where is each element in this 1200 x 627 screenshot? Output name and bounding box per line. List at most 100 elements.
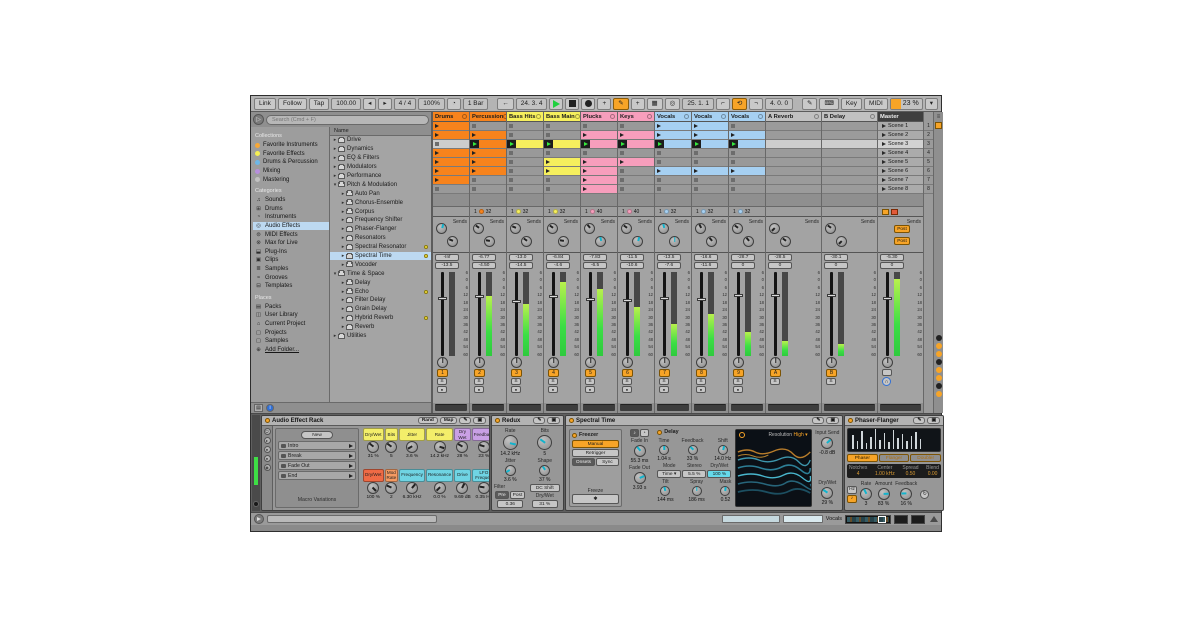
variation-launch-icon[interactable] bbox=[349, 443, 353, 448]
track-activator-button[interactable]: 2 bbox=[474, 369, 485, 377]
scene-launch-slot[interactable]: Scene 2 bbox=[878, 131, 923, 140]
clip-slot[interactable] bbox=[581, 167, 617, 176]
pan-knob[interactable] bbox=[733, 357, 744, 368]
clip-slot[interactable] bbox=[655, 149, 691, 158]
rack-view-toggle-3[interactable]: ● bbox=[263, 455, 271, 462]
browser-collapse-arrow[interactable]: ▷ bbox=[253, 114, 264, 125]
device-icon-button[interactable]: ✎ bbox=[533, 417, 546, 424]
clip-slot[interactable] bbox=[470, 167, 506, 176]
clip-slot[interactable] bbox=[470, 176, 506, 185]
macro-variation-row[interactable]: Fade Out bbox=[278, 461, 356, 470]
clip-slot[interactable] bbox=[618, 176, 654, 185]
tree-item-vocoder[interactable]: ▸ Vocoder bbox=[330, 260, 431, 269]
param-knob[interactable] bbox=[502, 435, 518, 450]
clip-slot[interactable] bbox=[655, 167, 691, 176]
clip-slot[interactable] bbox=[470, 158, 506, 167]
master-track-header[interactable]: Master bbox=[878, 112, 923, 122]
solo-button[interactable]: S bbox=[826, 378, 836, 385]
variation-overwrite-icon[interactable] bbox=[281, 463, 286, 468]
clip-slot[interactable] bbox=[581, 176, 617, 185]
link-button[interactable]: Link bbox=[254, 97, 276, 110]
track-unfold-icon[interactable] bbox=[647, 114, 652, 119]
macro-label[interactable]: Bits bbox=[384, 428, 399, 441]
track-activator-button[interactable]: 8 bbox=[696, 369, 707, 377]
arrangement-position-display[interactable]: 24. 3. 4 bbox=[515, 97, 548, 110]
clip-slot[interactable] bbox=[470, 122, 506, 131]
send-a-knob[interactable] bbox=[584, 223, 595, 234]
send-a-knob[interactable] bbox=[547, 223, 558, 234]
metronome-button[interactable]: ◔ bbox=[446, 97, 461, 110]
tree-item-drive[interactable]: ▸ Drive bbox=[330, 136, 431, 145]
arm-button[interactable]: ● bbox=[622, 386, 632, 393]
track-unfold-icon[interactable] bbox=[462, 114, 467, 119]
fader-handle[interactable] bbox=[697, 297, 706, 301]
mixer-section-toggle-3[interactable] bbox=[935, 359, 942, 365]
punch-in-button[interactable]: ⌐ bbox=[716, 97, 730, 110]
clip-slot[interactable] bbox=[433, 176, 469, 185]
clip-slot[interactable] bbox=[655, 176, 691, 185]
macro-knob[interactable] bbox=[406, 481, 419, 494]
scene-number[interactable]: 6 bbox=[924, 167, 933, 176]
clip-slot[interactable] bbox=[581, 149, 617, 158]
follow-button[interactable]: Follow bbox=[277, 97, 307, 110]
clip-playing-button[interactable] bbox=[618, 140, 627, 148]
send-a-knob[interactable] bbox=[732, 223, 743, 234]
rack-view-toggle-2[interactable]: ● bbox=[263, 446, 271, 453]
clip-slot[interactable] bbox=[544, 131, 580, 140]
tree-item-reverb[interactable]: ▸ Reverb bbox=[330, 323, 431, 332]
send-a-knob[interactable] bbox=[436, 223, 447, 234]
sidebar-item-samples[interactable]: ▢ Samples bbox=[253, 337, 329, 346]
send-b-knob[interactable] bbox=[780, 236, 791, 247]
macro-variation-row[interactable]: Break bbox=[278, 451, 356, 460]
send-b-knob[interactable] bbox=[743, 236, 754, 247]
scene-launch-slot[interactable]: Scene 6 bbox=[878, 167, 923, 176]
macro-knob[interactable] bbox=[477, 481, 489, 494]
device-title-bar[interactable]: Spectral Time ✎ ▣ bbox=[566, 416, 842, 426]
pan-knob[interactable] bbox=[770, 357, 781, 368]
volume-display[interactable]: 0 bbox=[731, 262, 755, 269]
clip-slot[interactable] bbox=[692, 131, 728, 140]
sidebar-item-add-folder-[interactable]: ⊕ Add Folder... bbox=[253, 345, 329, 354]
track-status-display[interactable] bbox=[822, 207, 877, 217]
tap-tempo-button[interactable]: Tap bbox=[308, 97, 330, 110]
clip-slot[interactable] bbox=[618, 167, 654, 176]
clip-slot[interactable] bbox=[655, 122, 691, 131]
sidebar-item-templates[interactable]: ⊟ Templates bbox=[253, 282, 329, 291]
clip-slot[interactable] bbox=[433, 122, 469, 131]
param-knob[interactable] bbox=[900, 488, 913, 500]
sidebar-item-samples[interactable]: ≣ Samples bbox=[253, 265, 329, 274]
time-signature-display[interactable]: 4 / 4 bbox=[393, 97, 417, 110]
clip-slot[interactable] bbox=[729, 149, 765, 158]
macro-knob[interactable] bbox=[433, 441, 446, 453]
device-icon-button[interactable]: ✎ bbox=[812, 417, 825, 424]
rate-sync-1[interactable]: ♪ bbox=[847, 494, 857, 503]
macro-value[interactable]: 0.35 Hz bbox=[476, 495, 489, 500]
macro-knob[interactable] bbox=[385, 441, 398, 453]
send-b-knob[interactable] bbox=[836, 236, 847, 247]
peak-level-display[interactable]: -30.1 bbox=[824, 254, 848, 261]
clip-slot[interactable] bbox=[470, 185, 506, 194]
macro-knob[interactable] bbox=[367, 481, 380, 494]
tree-item-eq-filters[interactable]: ▸ EQ & Filters bbox=[330, 154, 431, 163]
sidebar-item-instruments[interactable]: ◔ Instruments bbox=[253, 213, 329, 222]
volume-display[interactable]: -4.50 bbox=[472, 262, 496, 269]
arm-button[interactable]: ● bbox=[437, 386, 447, 393]
macro-knob[interactable] bbox=[456, 441, 469, 453]
fader-handle[interactable] bbox=[438, 296, 447, 300]
param-knob[interactable] bbox=[821, 437, 834, 449]
scene-launch-slot[interactable]: Scene 7 bbox=[878, 176, 923, 185]
clip-slot[interactable] bbox=[470, 140, 506, 149]
clip-slot[interactable] bbox=[729, 167, 765, 176]
freezer-mode-sync[interactable]: Sync bbox=[595, 458, 619, 466]
pan-knob[interactable] bbox=[585, 357, 596, 368]
follow-arrow-button[interactable]: ← bbox=[497, 97, 514, 110]
send-a-knob[interactable] bbox=[769, 223, 780, 234]
clip-playing-button[interactable] bbox=[655, 140, 664, 148]
resolution-control[interactable]: Resolution High ▾ bbox=[768, 432, 807, 438]
param-knob[interactable] bbox=[633, 445, 646, 457]
sync-button-1[interactable]: ◔ bbox=[639, 429, 649, 437]
clip-slot[interactable] bbox=[544, 140, 580, 149]
param-knob[interactable] bbox=[691, 486, 702, 496]
clip-slot[interactable] bbox=[729, 176, 765, 185]
fader-track[interactable] bbox=[737, 272, 740, 356]
